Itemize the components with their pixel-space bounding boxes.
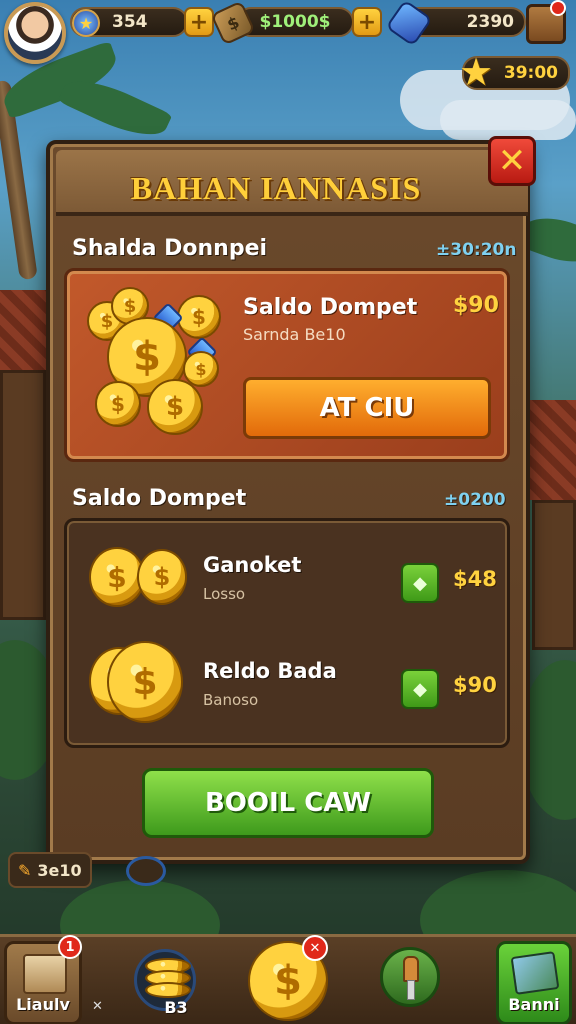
nav-inventory-label: Liaulv xyxy=(16,995,70,1014)
stars-value: 39:00 xyxy=(503,63,558,83)
cloud xyxy=(440,100,576,140)
gem-badge-icon: ◆ xyxy=(401,563,439,603)
nav-inventory-badge: 1 xyxy=(58,935,82,959)
top-bar: ★ 354 + $1000$ $ + 2390 xyxy=(0,0,576,64)
hut-roof xyxy=(530,400,576,500)
nav-coins-button[interactable]: B3 xyxy=(130,941,202,1024)
section-amount-1: ±30:20n xyxy=(436,240,517,260)
cash-pill: $1000$ xyxy=(236,7,354,37)
add-level-button[interactable]: + xyxy=(184,7,214,37)
dialog-header: BAHAN IANNASIS xyxy=(56,150,528,216)
collect-button[interactable]: BOOIL CAW xyxy=(142,768,434,838)
side-ring-icon xyxy=(126,856,166,886)
list-item-title: Reldo Bada xyxy=(203,659,337,683)
gem-badge-icon: ◆ xyxy=(401,669,439,709)
side-tag[interactable]: ✎ 3e10 xyxy=(8,852,92,888)
list-item[interactable]: $ $ Reldo Bada Banoso ◆ $90 xyxy=(67,633,513,737)
dialog-title: BAHAN IANNASIS xyxy=(130,170,422,206)
offer-price: $90 xyxy=(453,293,499,318)
list-item-subtitle: Losso xyxy=(203,585,246,603)
offer-subtitle: Sarnda Be10 xyxy=(243,325,346,344)
level-value: 354 xyxy=(112,12,148,32)
plunger-icon xyxy=(380,947,440,1007)
offer-title: Saldo Dompet xyxy=(243,295,418,320)
list-item-price: $48 xyxy=(453,567,497,591)
section-amount-2: ±0200 xyxy=(444,490,506,510)
pencil-icon: ✎ xyxy=(18,860,32,880)
list-item-title: Ganoket xyxy=(203,553,302,577)
cash-value: $1000$ xyxy=(259,12,331,32)
hut-roof xyxy=(0,290,46,370)
bottom-nav: Liaulv 1 B3 ✕ $ ✕ Banni xyxy=(0,934,576,1024)
section-title-1: Shalda Donnpei xyxy=(72,236,268,261)
coin-icon: $ xyxy=(137,549,187,605)
box-icon xyxy=(23,954,67,994)
list-item-price: $90 xyxy=(453,673,497,697)
gems-value: 2390 xyxy=(466,12,514,32)
close-button[interactable]: ✕ xyxy=(488,136,536,186)
add-cash-button[interactable]: + xyxy=(352,7,382,37)
nav-shop-badge: ✕ xyxy=(302,935,328,961)
nav-tools-button[interactable] xyxy=(378,941,442,1024)
hut xyxy=(0,370,46,620)
list-item[interactable]: $ $ Ganoket Losso ◆ $48 xyxy=(67,527,513,631)
section-title-2: Saldo Dompet xyxy=(72,486,247,511)
featured-offer-card: $ $ $ $ $ $ $ Saldo Dompet Sarnda Be10 $… xyxy=(64,268,510,462)
nav-map-label: Banni xyxy=(508,995,560,1014)
nav-map-button[interactable]: Banni xyxy=(496,941,572,1024)
nav-coins-label: B3 xyxy=(164,998,188,1017)
nav-coins-prefix: ✕ xyxy=(92,999,103,1014)
buy-offer-button[interactable]: AT CIU xyxy=(243,377,491,439)
list-item-subtitle: Banoso xyxy=(203,691,259,709)
star-icon: ★ xyxy=(458,50,494,94)
side-tag-value: 3e10 xyxy=(37,860,82,880)
level-pill: ★ 354 xyxy=(70,7,188,37)
coin-icon: $ xyxy=(107,641,183,723)
wallet-list-panel: $ $ Ganoket Losso ◆ $48 $ $ Reldo Bada B… xyxy=(64,518,510,748)
chest-notification-dot xyxy=(550,0,566,16)
shield-star-icon: ★ xyxy=(72,9,100,37)
player-avatar[interactable] xyxy=(4,2,66,64)
hut xyxy=(532,500,576,650)
map-icon xyxy=(510,951,560,995)
